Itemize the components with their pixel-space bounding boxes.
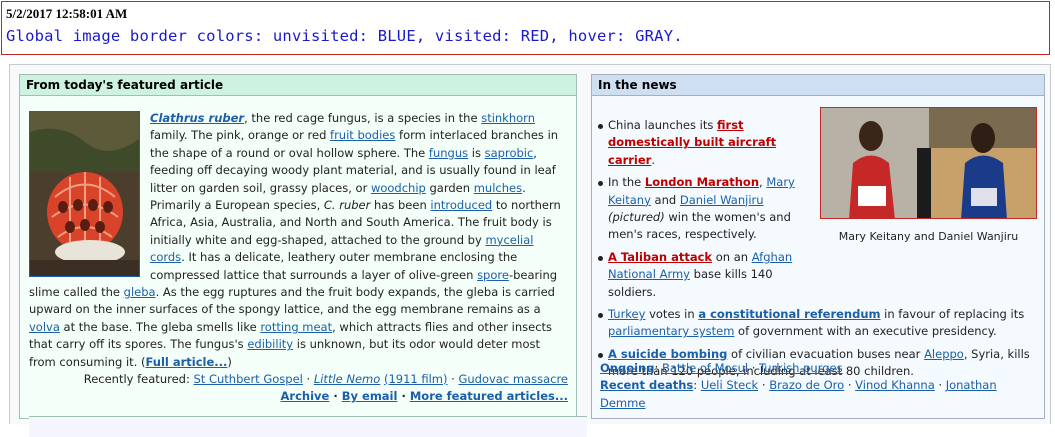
- link[interactable]: A suicide bombing: [608, 347, 727, 361]
- link[interactable]: saprobic: [485, 146, 534, 160]
- link[interactable]: volva: [29, 320, 60, 334]
- link[interactable]: Daniel Wanjiru: [680, 193, 764, 207]
- text-run: in favour of replacing its: [880, 307, 1025, 322]
- timestamp: 5/2/2017 12:58:01 AM: [6, 6, 128, 21]
- text-run: .: [651, 152, 655, 167]
- text-run: votes in: [645, 307, 699, 322]
- italic-text: (pictured): [608, 210, 665, 225]
- news-item: A Taliban attack on an Afghan National A…: [598, 249, 813, 301]
- text-run: has been: [370, 198, 431, 213]
- text-run: ): [227, 354, 232, 369]
- text-run: . It has a delicate, leathery outer memb…: [150, 250, 518, 282]
- link[interactable]: a constitutional referendum: [698, 307, 880, 321]
- featured-text: Clathrus ruber, the red cage fungus, is …: [29, 110, 567, 371]
- link[interactable]: fungus: [429, 146, 468, 160]
- text-run: garden: [425, 180, 474, 195]
- more-featured-link[interactable]: More featured articles...: [410, 389, 568, 403]
- archive-link[interactable]: Archive: [281, 389, 330, 403]
- by-email-link[interactable]: By email: [342, 389, 398, 403]
- death-link-2[interactable]: Brazo de Oro: [769, 378, 844, 392]
- visited-link[interactable]: London Marathon: [645, 175, 759, 189]
- link[interactable]: Aleppo: [924, 347, 964, 361]
- link[interactable]: parliamentary system: [608, 324, 734, 338]
- featured-article-box: From today's featured article Clathrus r…: [19, 74, 587, 437]
- news-item: In the London Marathon, Mary Keitany and…: [598, 174, 813, 244]
- text-run: family. The pink, orange or red: [150, 128, 331, 143]
- global-banner: 5/2/2017 12:58:01 AM Global image border…: [1, 1, 1050, 55]
- recent-link-4[interactable]: Gudovac massacre: [458, 372, 568, 386]
- news-heading: In the news: [592, 75, 1044, 96]
- ongoing-link-2[interactable]: Turkish purges: [759, 361, 843, 375]
- link[interactable]: woodchip: [371, 181, 426, 195]
- text-run: at the base. The gleba smells like: [59, 319, 261, 334]
- text-run: of government with an executive presiden…: [734, 324, 997, 339]
- news-item: Turkey votes in a constitutional referen…: [598, 306, 1038, 341]
- link[interactable]: Turkey: [608, 307, 645, 321]
- text-run: China launches its: [608, 118, 718, 132]
- text-run: of civilian evacuation buses near: [727, 346, 925, 361]
- text-run: on an: [712, 249, 752, 264]
- ongoing-label[interactable]: Ongoing: [600, 361, 654, 375]
- text-run: and: [650, 192, 680, 207]
- link[interactable]: gleba: [124, 285, 156, 299]
- link[interactable]: Clathrus ruber: [150, 111, 244, 125]
- death-link-3[interactable]: Vinod Khanna: [855, 378, 935, 392]
- link[interactable]: mulches: [474, 181, 522, 195]
- text-run: In the: [608, 175, 645, 190]
- news-list: China launches its first domestically bu…: [598, 117, 1038, 386]
- link[interactable]: fruit bodies: [330, 128, 395, 142]
- ongoing-link-1[interactable]: Battle of Mosul: [662, 361, 748, 375]
- link[interactable]: edibility: [247, 337, 293, 351]
- link[interactable]: Full article...: [146, 355, 228, 369]
- recently-label: Recently featured:: [83, 372, 190, 386]
- recent-link-1[interactable]: St Cuthbert Gospel: [194, 372, 303, 386]
- recent-link-2[interactable]: Little Nemo: [314, 372, 380, 386]
- link[interactable]: spore: [477, 268, 509, 282]
- recent-link-3[interactable]: (1911 film): [384, 372, 448, 386]
- link[interactable]: stinkhorn: [481, 111, 535, 125]
- visited-link[interactable]: A Taliban attack: [608, 250, 712, 264]
- link[interactable]: rotting meat: [260, 320, 332, 334]
- text-run: , the red cage fungus, is a species in t…: [244, 111, 482, 125]
- death-link-1[interactable]: Ueli Steck: [701, 378, 758, 392]
- border-color-message: Global image border colors: unvisited: B…: [6, 27, 683, 45]
- recently-featured: Recently featured: St Cuthbert Gospel · …: [83, 372, 568, 404]
- ongoing-section: Ongoing: Battle of Mosul · Turkish purge…: [600, 361, 997, 410]
- featured-heading: From today's featured article: [20, 75, 576, 96]
- text-run: is: [468, 145, 485, 160]
- main-page: From today's featured article Clathrus r…: [9, 64, 1051, 437]
- in-the-news-box: In the news Mary Keitany and Daniel Wanj…: [591, 74, 1045, 419]
- did-you-know-box: [29, 416, 587, 437]
- deaths-label[interactable]: Recent deaths: [600, 378, 693, 392]
- news-item: China launches its first domestically bu…: [598, 117, 813, 169]
- link[interactable]: introduced: [430, 198, 492, 212]
- italic-text: C. ruber: [323, 198, 371, 213]
